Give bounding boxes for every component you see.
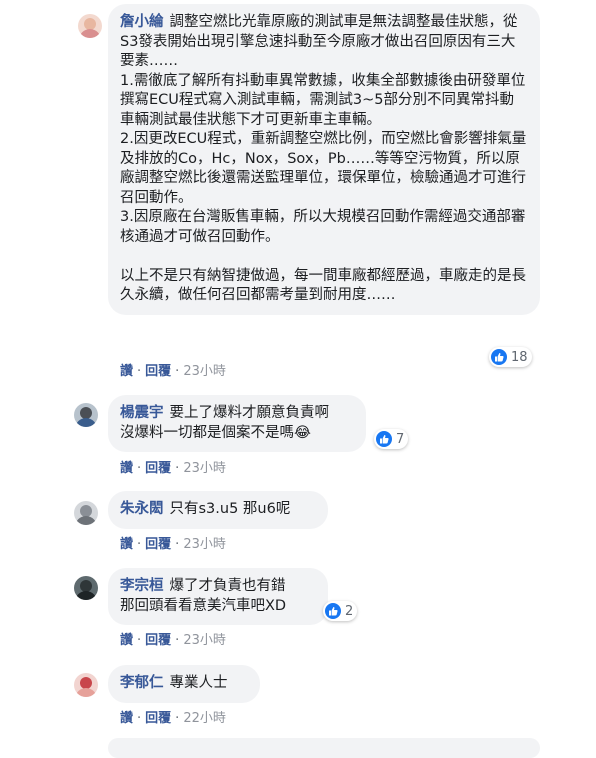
like-link[interactable]: 讚 [120, 633, 133, 648]
avatar-body [75, 418, 97, 427]
separator-dot: · [175, 461, 180, 476]
reaction-count-value: 2 [345, 603, 354, 619]
comment-text: 調整空燃比光靠原廠的測試車是無法調整最佳狀態，從S3發表開始出現引擎怠速抖動至今… [120, 14, 518, 69]
reply-link[interactable]: 回覆 [145, 633, 171, 648]
comment-actions: 讚 · 回覆 · 23小時 [120, 457, 226, 476]
reaction-count[interactable]: 18 [489, 347, 532, 367]
avatar[interactable] [74, 673, 98, 697]
timestamp[interactable]: 23小時 [183, 633, 226, 648]
separator-dot: · [137, 633, 142, 648]
separator-dot: · [137, 537, 142, 552]
timestamp[interactable]: 23小時 [183, 537, 226, 552]
timestamp[interactable]: 22小時 [183, 711, 226, 726]
reaction-count-value: 7 [396, 431, 405, 447]
avatar-body [75, 516, 97, 525]
comment-text: 3.因原廠在台灣販售車輛，所以大規模召回動作需經過交通部審核通過才可做召回動作。 [120, 209, 526, 245]
comment-text: 要上了爆料才願意負責啊 [169, 405, 330, 421]
comment-text: 以上不是只有納智捷做過，每一間車廠都經歷過，車廠走的是長久永續，做任何召回都需考… [120, 267, 526, 304]
separator-dot: · [137, 364, 142, 379]
reply-link[interactable]: 回覆 [145, 711, 171, 726]
comment-bubble: 李宗桓 爆了才負責也有錯 那回頭看看意美汽車吧XD [108, 568, 328, 625]
reply-link[interactable]: 回覆 [145, 461, 171, 476]
like-link[interactable]: 讚 [120, 537, 133, 552]
thumbs-up-icon [376, 431, 392, 447]
separator-dot: · [175, 633, 180, 648]
comment-author[interactable]: 李郁仁 [120, 675, 164, 691]
reply-link[interactable]: 回覆 [145, 364, 171, 379]
comment-bubble: 朱永閎 只有s3.u5 那u6呢 [108, 491, 328, 529]
comment-bubble: 楊震宇 要上了爆料才願意負責啊 沒爆料一切都是個案不是嗎😂 [108, 395, 366, 452]
thumbs-up-icon [325, 603, 341, 619]
like-link[interactable]: 讚 [120, 364, 133, 379]
comment-text: 2.因更改ECU程式，重新調整空燃比例，而空燃比會影響排氣量及排放的Co，Hc，… [120, 131, 527, 206]
comment-author[interactable]: 李宗桓 [120, 578, 164, 594]
comment-text: 爆了才負責也有錯 [169, 578, 286, 594]
like-link[interactable]: 讚 [120, 461, 133, 476]
avatar-body [75, 688, 97, 697]
comment-author[interactable]: 詹小綸 [120, 14, 164, 30]
avatar[interactable] [74, 403, 98, 427]
avatar[interactable] [74, 576, 98, 600]
comment-text: 沒爆料一切都是個案不是嗎😂 [120, 424, 311, 441]
comment-bubble: 李郁仁 專業人士 [108, 665, 260, 703]
separator-dot: · [175, 364, 180, 379]
reaction-count[interactable]: 7 [374, 429, 409, 449]
reaction-count[interactable]: 2 [323, 601, 358, 621]
comment-actions: 讚 · 回覆 · 23小時 [120, 629, 226, 648]
reply-link[interactable]: 回覆 [145, 537, 171, 552]
avatar[interactable] [78, 14, 102, 38]
comment-text: 1.需徹底了解所有抖動車異常數據，收集全部數據後由研發單位撰寫ECU程式寫入測試… [120, 72, 526, 128]
avatar-body [79, 29, 101, 38]
comment-actions: 讚 · 回覆 · 23小時 [120, 533, 226, 552]
next-comment-bubble-partial [108, 738, 540, 758]
comment-text: 專業人士 [169, 675, 228, 691]
comment-author[interactable]: 楊震宇 [120, 405, 164, 421]
comment-text: 那回頭看看意美汽車吧XD [120, 597, 287, 614]
avatar[interactable] [74, 501, 98, 525]
reaction-count-value: 18 [511, 349, 528, 365]
comment-actions: 讚 · 回覆 · 23小時 [120, 360, 226, 379]
comment-actions: 讚 · 回覆 · 22小時 [120, 707, 226, 726]
separator-dot: · [175, 711, 180, 726]
thumbs-up-icon [491, 349, 507, 365]
separator-dot: · [137, 461, 142, 476]
timestamp[interactable]: 23小時 [183, 461, 226, 476]
like-link[interactable]: 讚 [120, 711, 133, 726]
comment-text: 只有s3.u5 那u6呢 [169, 501, 291, 517]
timestamp[interactable]: 23小時 [183, 364, 226, 379]
avatar-body [75, 591, 97, 600]
comment-author[interactable]: 朱永閎 [120, 501, 164, 517]
comment-bubble: 詹小綸 調整空燃比光靠原廠的測試車是無法調整最佳狀態，從S3發表開始出現引擎怠速抖… [108, 4, 540, 315]
separator-dot: · [175, 537, 180, 552]
separator-dot: · [137, 711, 142, 726]
